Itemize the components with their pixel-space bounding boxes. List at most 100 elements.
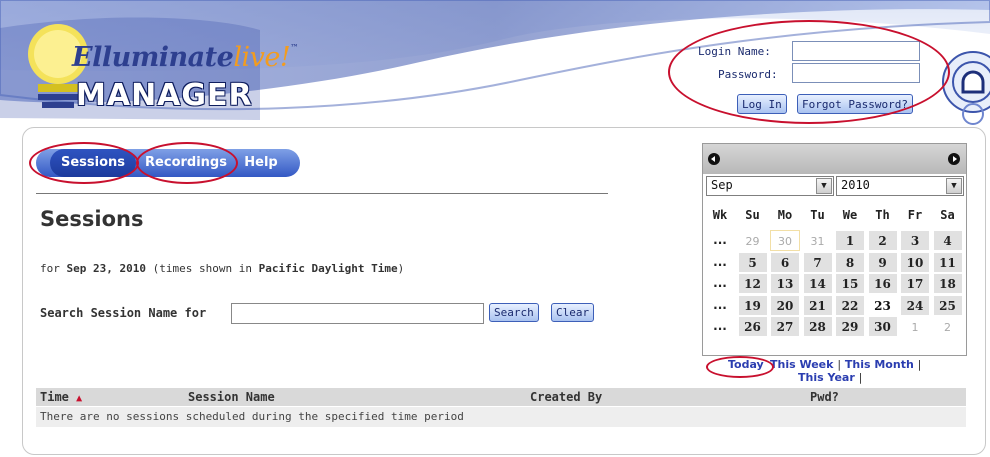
clear-button[interactable]: Clear [551,303,595,322]
today-link[interactable]: Today [728,358,764,371]
calendar-day[interactable]: 30 [867,316,898,337]
link-separator: | [858,371,863,384]
header: Elluminatelive!™ MANAGER Login Name: Pas… [0,0,990,125]
password-label: Password: [718,68,778,81]
calendar-header-cell: Fr [907,208,923,222]
logo-wordmark: Elluminatelive!™ [72,42,298,73]
calendar-nav [703,144,966,174]
column-created-by[interactable]: Created By [530,390,602,404]
search-label: Search Session Name for [40,306,207,320]
calendar-header-cell: Su [745,208,760,222]
calendar-day[interactable]: 25 [932,294,963,316]
date-prefix: for [40,262,67,275]
calendar-day[interactable]: 18 [932,273,963,294]
calendar-day[interactable]: 12 [737,273,768,294]
date-mid: (times shown in [145,262,259,275]
logo-tm: ™ [290,42,298,52]
timezone: Pacific Daylight Time [258,262,398,275]
tab-recordings[interactable]: Recordings [138,149,234,177]
login-name-input[interactable] [792,41,920,61]
search-button[interactable]: Search [489,303,539,322]
logo-text: Elluminate [72,42,234,73]
calendar-day[interactable]: 30 [770,230,800,251]
calendar-day[interactable]: 17 [900,273,930,294]
calendar-day[interactable]: 4 [932,230,963,251]
calendar-header-cell: Tu [810,208,825,222]
calendar-day[interactable]: 27 [770,316,800,337]
search-input[interactable] [231,303,484,324]
this-year-link[interactable]: This Year [798,371,855,384]
this-week-link[interactable]: This Week [770,358,833,371]
calendar-day[interactable]: 3 [900,230,930,251]
week-select-link[interactable]: ... [705,230,735,251]
year-select[interactable]: 2010 ▼ [836,176,964,196]
calendar-header-cell: We [842,208,858,222]
login-button[interactable]: Log In [737,94,787,114]
calendar-header-cell: Th [875,208,890,222]
table-empty-message: There are no sessions scheduled during t… [36,407,966,427]
calendar-day[interactable]: 20 [770,294,800,316]
link-separator: | [837,358,842,371]
calendar-day[interactable]: 2 [867,230,898,251]
column-time[interactable]: Time ▲ [40,390,82,404]
calendar-header-cell: Wk [712,208,728,222]
calendar-day[interactable]: 6 [770,251,800,273]
this-month-link[interactable]: This Month [845,358,914,371]
previous-month-icon[interactable] [708,153,720,165]
tab-help[interactable]: Help [238,149,284,177]
calendar-day[interactable]: 1 [900,316,930,337]
year-link-row: This Year | [798,371,862,384]
month-select[interactable]: Sep ▼ [706,176,834,196]
calendar-day[interactable]: 21 [802,294,833,316]
table-header: Time ▲ Session Name Created By Pwd? [36,388,966,406]
column-session-name[interactable]: Session Name [188,390,275,404]
calendar-day[interactable]: 28 [802,316,833,337]
week-select-link[interactable]: ... [705,295,735,316]
calendar-day[interactable]: 13 [770,273,800,294]
calendar-day[interactable]: 8 [835,251,865,273]
current-date: Sep 23, 2010 [66,262,146,275]
calendar-day[interactable]: 29 [737,230,768,251]
calendar-day[interactable]: 23 [867,294,898,316]
calendar: Sep ▼ 2010 ▼ Wk Su Mo Tu We Th Fr Sa... 29 30 31 1 2 3 4… [702,143,967,356]
forgot-password-button[interactable]: Forgot Password? [797,94,913,114]
calendar-day[interactable]: 7 [802,251,833,273]
logo-manager-text: MANAGER [76,78,253,113]
calendar-day[interactable]: 24 [900,294,930,316]
calendar-day[interactable]: 1 [835,230,865,251]
calendar-day[interactable]: 29 [835,316,865,337]
column-time-label: Time [40,390,69,404]
calendar-day[interactable]: 15 [835,273,865,294]
week-select-link[interactable]: ... [705,273,735,294]
calendar-day[interactable]: 26 [737,316,768,337]
logo-live-text: live! [233,42,291,73]
chevron-down-icon: ▼ [946,178,962,194]
calendar-day[interactable]: 9 [867,251,898,273]
tab-divider [36,193,608,194]
tab-sessions[interactable]: Sessions [50,149,136,177]
page-title: Sessions [40,207,144,231]
next-month-icon[interactable] [948,153,960,165]
login-name-label: Login Name: [698,45,771,58]
week-select-link[interactable]: ... [705,316,735,337]
calendar-day[interactable]: 19 [737,294,768,316]
sort-ascending-icon: ▲ [76,393,83,404]
calendar-day[interactable]: 10 [900,251,930,273]
link-separator: | [917,358,922,371]
calendar-day[interactable]: 14 [802,273,833,294]
chevron-down-icon: ▼ [816,178,832,194]
date-suffix: ) [397,262,405,275]
password-input[interactable] [792,63,920,83]
calendar-day[interactable]: 16 [867,273,898,294]
calendar-header-cell: Sa [940,208,955,222]
calendar-day[interactable]: 2 [932,316,963,337]
head-bulb-icon [942,51,990,125]
calendar-day[interactable]: 5 [737,251,768,273]
calendar-day[interactable]: 11 [932,251,963,273]
column-pwd[interactable]: Pwd? [810,390,839,404]
calendar-day[interactable]: 22 [835,294,865,316]
calendar-header-cell: Mo [777,208,793,222]
month-select-value: Sep [711,178,733,192]
week-select-link[interactable]: ... [705,252,735,273]
calendar-day[interactable]: 31 [802,230,833,251]
